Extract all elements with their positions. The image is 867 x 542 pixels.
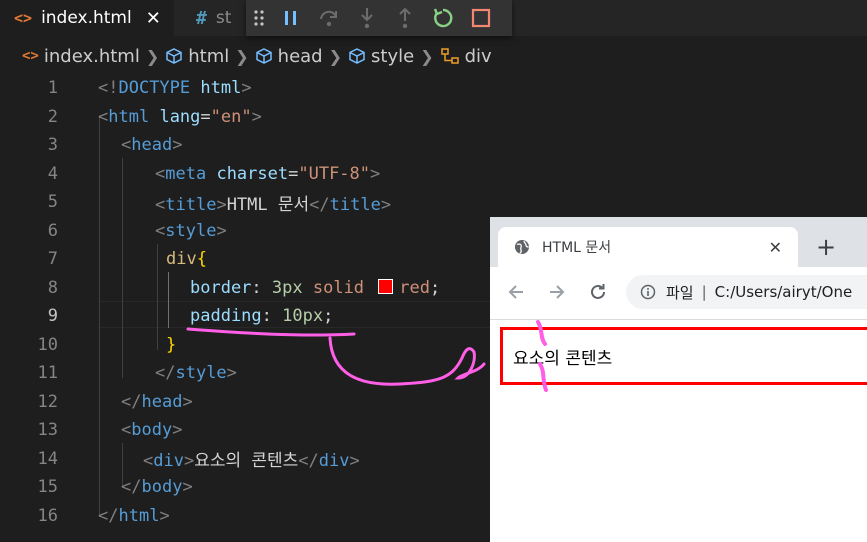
- info-icon[interactable]: [640, 284, 656, 300]
- cube-icon: [165, 47, 183, 65]
- tab-index-html[interactable]: <> index.html ✕: [0, 0, 174, 36]
- css-file-icon: #: [196, 7, 207, 29]
- browser-tab-title: HTML 문서: [542, 240, 612, 256]
- cube-icon: [348, 47, 366, 65]
- grip-icon[interactable]: [246, 0, 272, 36]
- address-separator: |: [701, 283, 707, 301]
- breadcrumb-item-html[interactable]: html: [165, 46, 229, 67]
- code-line: 1 <!DOCTYPE html>: [47, 78, 252, 99]
- structure-icon: [440, 47, 460, 65]
- chevron-right-icon: ❯: [235, 46, 249, 66]
- html-file-icon: <>: [14, 9, 33, 27]
- breadcrumb: <> index.html ❯ html ❯ head ❯ style ❯ di…: [0, 40, 867, 72]
- browser-tab-strip: HTML 문서 ✕ +: [490, 217, 867, 267]
- rendered-div: 요소의 콘텐츠: [500, 327, 867, 385]
- breadcrumb-item-head[interactable]: head: [255, 46, 323, 67]
- address-scheme: 파일: [666, 283, 694, 302]
- breadcrumb-item-style[interactable]: style: [348, 46, 414, 67]
- step-over-icon[interactable]: [310, 0, 348, 36]
- forward-arrow-icon[interactable]: [545, 280, 569, 304]
- code-line: 3 <head>: [47, 135, 183, 156]
- page-viewport: 요소의 콘텐츠: [490, 320, 867, 542]
- back-arrow-icon[interactable]: [504, 280, 528, 304]
- browser-tab[interactable]: HTML 문서 ✕: [498, 227, 798, 267]
- new-tab-button[interactable]: +: [816, 235, 836, 259]
- tab-label: st: [215, 8, 232, 28]
- pause-icon[interactable]: [272, 0, 310, 36]
- rendered-div-text: 요소의 콘텐츠: [513, 348, 613, 369]
- breadcrumb-item-div[interactable]: div: [440, 46, 492, 67]
- tab-label: index.html: [41, 8, 132, 28]
- code-line: 4 <meta charset="UTF-8">: [47, 163, 381, 184]
- globe-icon: [514, 239, 530, 255]
- address-url: C:/Users/airyt/One: [714, 283, 853, 301]
- cube-icon: [255, 47, 273, 65]
- debug-toolbar: [246, 0, 512, 36]
- browser-window: HTML 문서 ✕ + 파일 | C:/Users/airyt/One 요소의 …: [490, 217, 867, 542]
- step-into-icon[interactable]: [348, 0, 386, 36]
- code-line: 2 <html lang="en">: [47, 106, 262, 127]
- address-bar[interactable]: 파일 | C:/Users/airyt/One: [626, 275, 867, 309]
- stop-icon[interactable]: [462, 0, 500, 36]
- close-icon[interactable]: ✕: [146, 8, 161, 29]
- breadcrumb-item-file[interactable]: <> index.html: [22, 46, 140, 67]
- html-file-icon: <>: [22, 48, 39, 64]
- browser-toolbar: 파일 | C:/Users/airyt/One: [490, 267, 867, 320]
- reload-icon[interactable]: [586, 280, 610, 304]
- chevron-right-icon: ❯: [420, 46, 434, 66]
- chevron-right-icon: ❯: [145, 46, 160, 66]
- code-line: 5 <title>HTML 문서</title>: [47, 192, 392, 215]
- chevron-right-icon: ❯: [328, 46, 343, 66]
- restart-icon[interactable]: [424, 0, 462, 36]
- close-icon[interactable]: ✕: [769, 238, 782, 257]
- color-swatch[interactable]: [378, 278, 394, 294]
- step-out-icon[interactable]: [386, 0, 424, 36]
